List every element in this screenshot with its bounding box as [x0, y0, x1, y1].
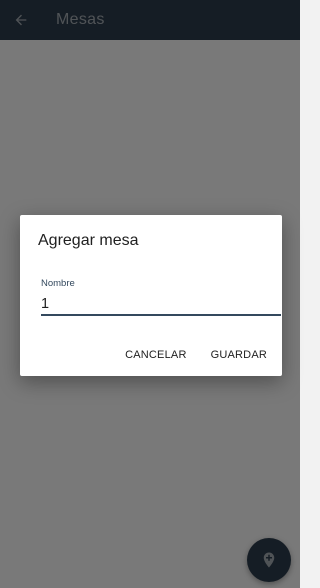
name-field-label: Nombre	[41, 278, 75, 289]
dialog-actions: CANCELAR GUARDAR	[125, 349, 267, 361]
save-button[interactable]: GUARDAR	[211, 349, 267, 361]
dialog-title: Agregar mesa	[38, 232, 139, 249]
cancel-button[interactable]: CANCELAR	[125, 349, 187, 361]
add-table-dialog: Agregar mesa Nombre CANCELAR GUARDAR	[20, 215, 282, 376]
name-input[interactable]	[41, 294, 281, 316]
